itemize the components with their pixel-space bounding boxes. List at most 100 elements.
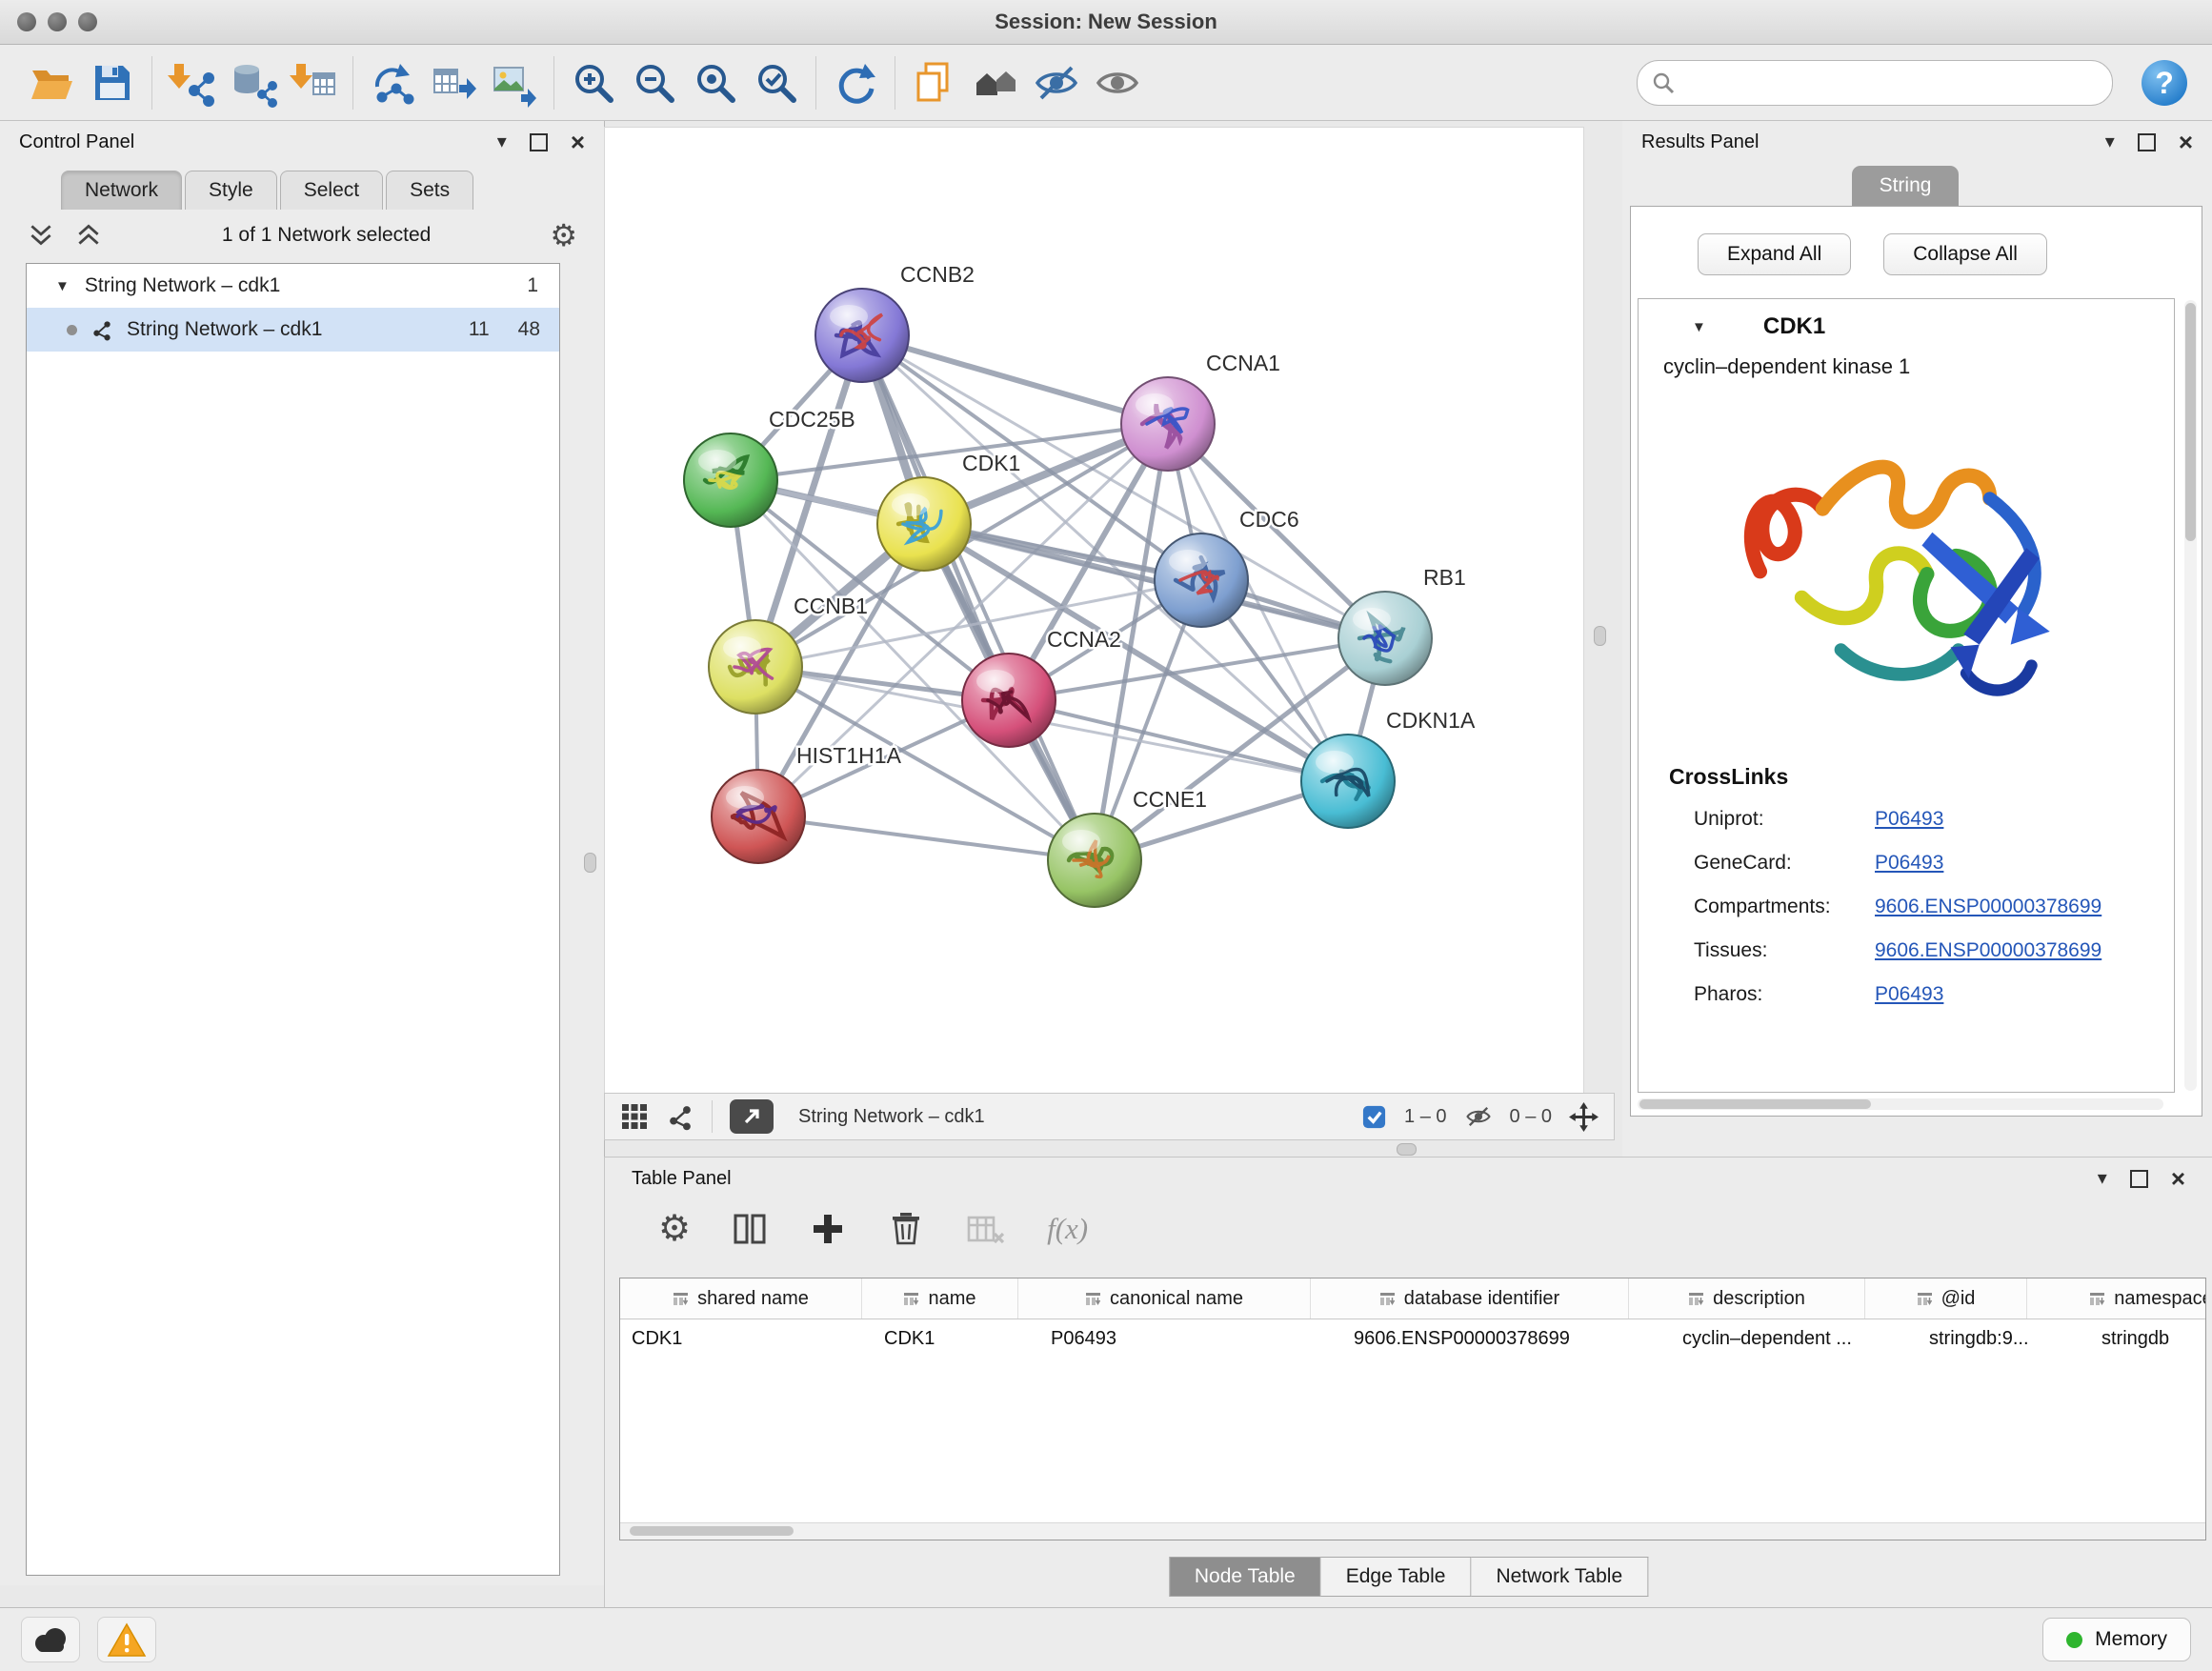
collapse-all-icon[interactable] [27, 221, 55, 250]
network-node[interactable] [684, 433, 777, 527]
maximize-panel-icon[interactable] [2138, 133, 2156, 151]
column-header[interactable]: @id [1865, 1278, 2027, 1319]
network-node[interactable] [712, 770, 805, 863]
column-header[interactable]: description [1629, 1278, 1865, 1319]
add-column-icon[interactable] [809, 1210, 847, 1248]
table-cell[interactable]: CDK1 [873, 1328, 1039, 1350]
expand-all-icon[interactable] [74, 221, 103, 250]
float-panel-icon[interactable]: ▾ [497, 132, 507, 151]
tab-sets[interactable]: Sets [386, 171, 473, 210]
apply-layout-button[interactable] [825, 52, 886, 113]
network-edge[interactable] [862, 335, 1095, 860]
column-header[interactable]: canonical name [1018, 1278, 1311, 1319]
tab-network-table[interactable]: Network Table [1471, 1557, 1648, 1597]
cloud-status-button[interactable] [21, 1617, 80, 1662]
table-cell[interactable]: CDK1 [620, 1328, 873, 1350]
crosslink-link[interactable]: P06493 [1875, 852, 1943, 875]
column-header[interactable]: database identifier [1311, 1278, 1629, 1319]
disclosure-triangle-icon[interactable]: ▼ [55, 278, 70, 294]
export-image-button[interactable] [484, 52, 545, 113]
network-graph[interactable]: CCNB2CCNA1CDC25BCDK1CDC6RB1CCNB1CCNA2CDK… [605, 128, 1583, 1094]
collapse-all-button[interactable]: Collapse All [1883, 233, 2047, 275]
tab-edge-table[interactable]: Edge Table [1321, 1557, 1472, 1597]
table-options-gear-icon[interactable]: ⚙ [658, 1211, 691, 1247]
search-input[interactable] [1685, 70, 2099, 94]
results-hscrollbar[interactable] [1638, 1098, 2163, 1110]
pan-move-icon[interactable] [1569, 1102, 1599, 1132]
network-node[interactable] [1301, 735, 1395, 828]
import-network-file-button[interactable] [161, 52, 222, 113]
column-header[interactable]: namespace [2027, 1278, 2205, 1319]
splitter-handle[interactable] [1397, 1143, 1417, 1156]
crosslink-link[interactable]: 9606.ENSP00000378699 [1875, 896, 2101, 918]
zoom-in-button[interactable] [563, 52, 624, 113]
float-panel-icon[interactable]: ▾ [2105, 132, 2115, 151]
import-table-button[interactable] [283, 52, 344, 113]
share-network-icon[interactable] [666, 1102, 694, 1131]
memory-button[interactable]: Memory [2042, 1618, 2191, 1661]
table-cell[interactable]: cyclin–dependent ... [1671, 1328, 1918, 1350]
network-node[interactable] [1048, 814, 1141, 907]
function-builder-button[interactable]: f(x) [1047, 1212, 1088, 1246]
tab-network[interactable]: Network [61, 171, 182, 210]
new-network-button[interactable] [362, 52, 423, 113]
close-panel-icon[interactable]: × [2171, 1166, 2185, 1191]
network-node[interactable] [877, 477, 971, 571]
tab-style[interactable]: Style [185, 171, 277, 210]
expand-all-button[interactable]: Expand All [1698, 233, 1851, 275]
home-button[interactable] [965, 52, 1026, 113]
network-row-selected[interactable]: String Network – cdk1 11 48 [27, 308, 559, 352]
float-panel-icon[interactable]: ▾ [2098, 1169, 2107, 1188]
hide-selected-button[interactable] [1026, 52, 1087, 113]
search-field[interactable] [1637, 60, 2113, 106]
birdseye-grid-icon[interactable] [620, 1102, 649, 1131]
crosslink-link[interactable]: P06493 [1875, 983, 1943, 1006]
warnings-button[interactable] [97, 1617, 156, 1662]
column-header[interactable]: name [862, 1278, 1018, 1319]
show-columns-icon[interactable] [731, 1210, 769, 1248]
results-scrollbar[interactable] [2184, 300, 2197, 1091]
column-header[interactable]: shared name [620, 1278, 862, 1319]
table-cell[interactable]: P06493 [1039, 1328, 1342, 1350]
tab-string[interactable]: String [1852, 166, 1959, 206]
gene-disclosure-icon[interactable]: ▼ [1692, 319, 1706, 335]
selected-checkbox-icon[interactable] [1361, 1104, 1387, 1130]
network-canvas[interactable]: CCNB2CCNA1CDC25BCDK1CDC6RB1CCNB1CCNA2CDK… [604, 127, 1584, 1095]
crosslink-link[interactable]: 9606.ENSP00000378699 [1875, 939, 2101, 962]
network-node[interactable] [1338, 592, 1432, 685]
tab-select[interactable]: Select [280, 171, 383, 210]
import-network-database-button[interactable] [222, 52, 283, 113]
open-session-button[interactable] [21, 52, 82, 113]
help-button[interactable]: ? [2138, 56, 2191, 110]
maximize-panel-icon[interactable] [2130, 1170, 2148, 1188]
maximize-panel-icon[interactable] [530, 133, 548, 151]
close-panel-icon[interactable]: × [571, 130, 585, 154]
duplicate-network-button[interactable] [904, 52, 965, 113]
zoom-out-button[interactable] [624, 52, 685, 113]
network-edge[interactable] [758, 816, 1095, 860]
tab-node-table[interactable]: Node Table [1169, 1557, 1321, 1597]
delete-column-icon[interactable] [887, 1210, 925, 1248]
table-cell[interactable]: 9606.ENSP00000378699 [1342, 1328, 1671, 1350]
hidden-eye-slash-icon[interactable] [1464, 1102, 1493, 1131]
splitter-handle[interactable] [1594, 626, 1606, 646]
table-cell[interactable]: stringdb:9... [1918, 1328, 2090, 1350]
save-session-button[interactable] [82, 52, 143, 113]
zoom-fit-button[interactable] [685, 52, 746, 113]
network-node[interactable] [962, 654, 1056, 747]
table-row[interactable]: CDK1CDK1P064939606.ENSP00000378699cyclin… [620, 1319, 2205, 1358]
close-panel-icon[interactable]: × [2179, 130, 2193, 154]
show-all-button[interactable] [1087, 52, 1148, 113]
table-hscrollbar[interactable] [620, 1522, 2205, 1540]
export-table-button[interactable] [423, 52, 484, 113]
network-options-gear-icon[interactable]: ⚙ [550, 220, 577, 251]
open-in-new-window-button[interactable] [730, 1099, 774, 1134]
splitter-handle[interactable] [584, 853, 596, 873]
zoom-selected-button[interactable] [746, 52, 807, 113]
table-cell[interactable]: stringdb [2090, 1328, 2205, 1350]
network-node[interactable] [815, 289, 909, 382]
network-node[interactable] [1121, 377, 1215, 471]
network-edge[interactable] [862, 335, 1168, 424]
network-node[interactable] [709, 620, 802, 714]
crosslink-link[interactable]: P06493 [1875, 808, 1943, 831]
